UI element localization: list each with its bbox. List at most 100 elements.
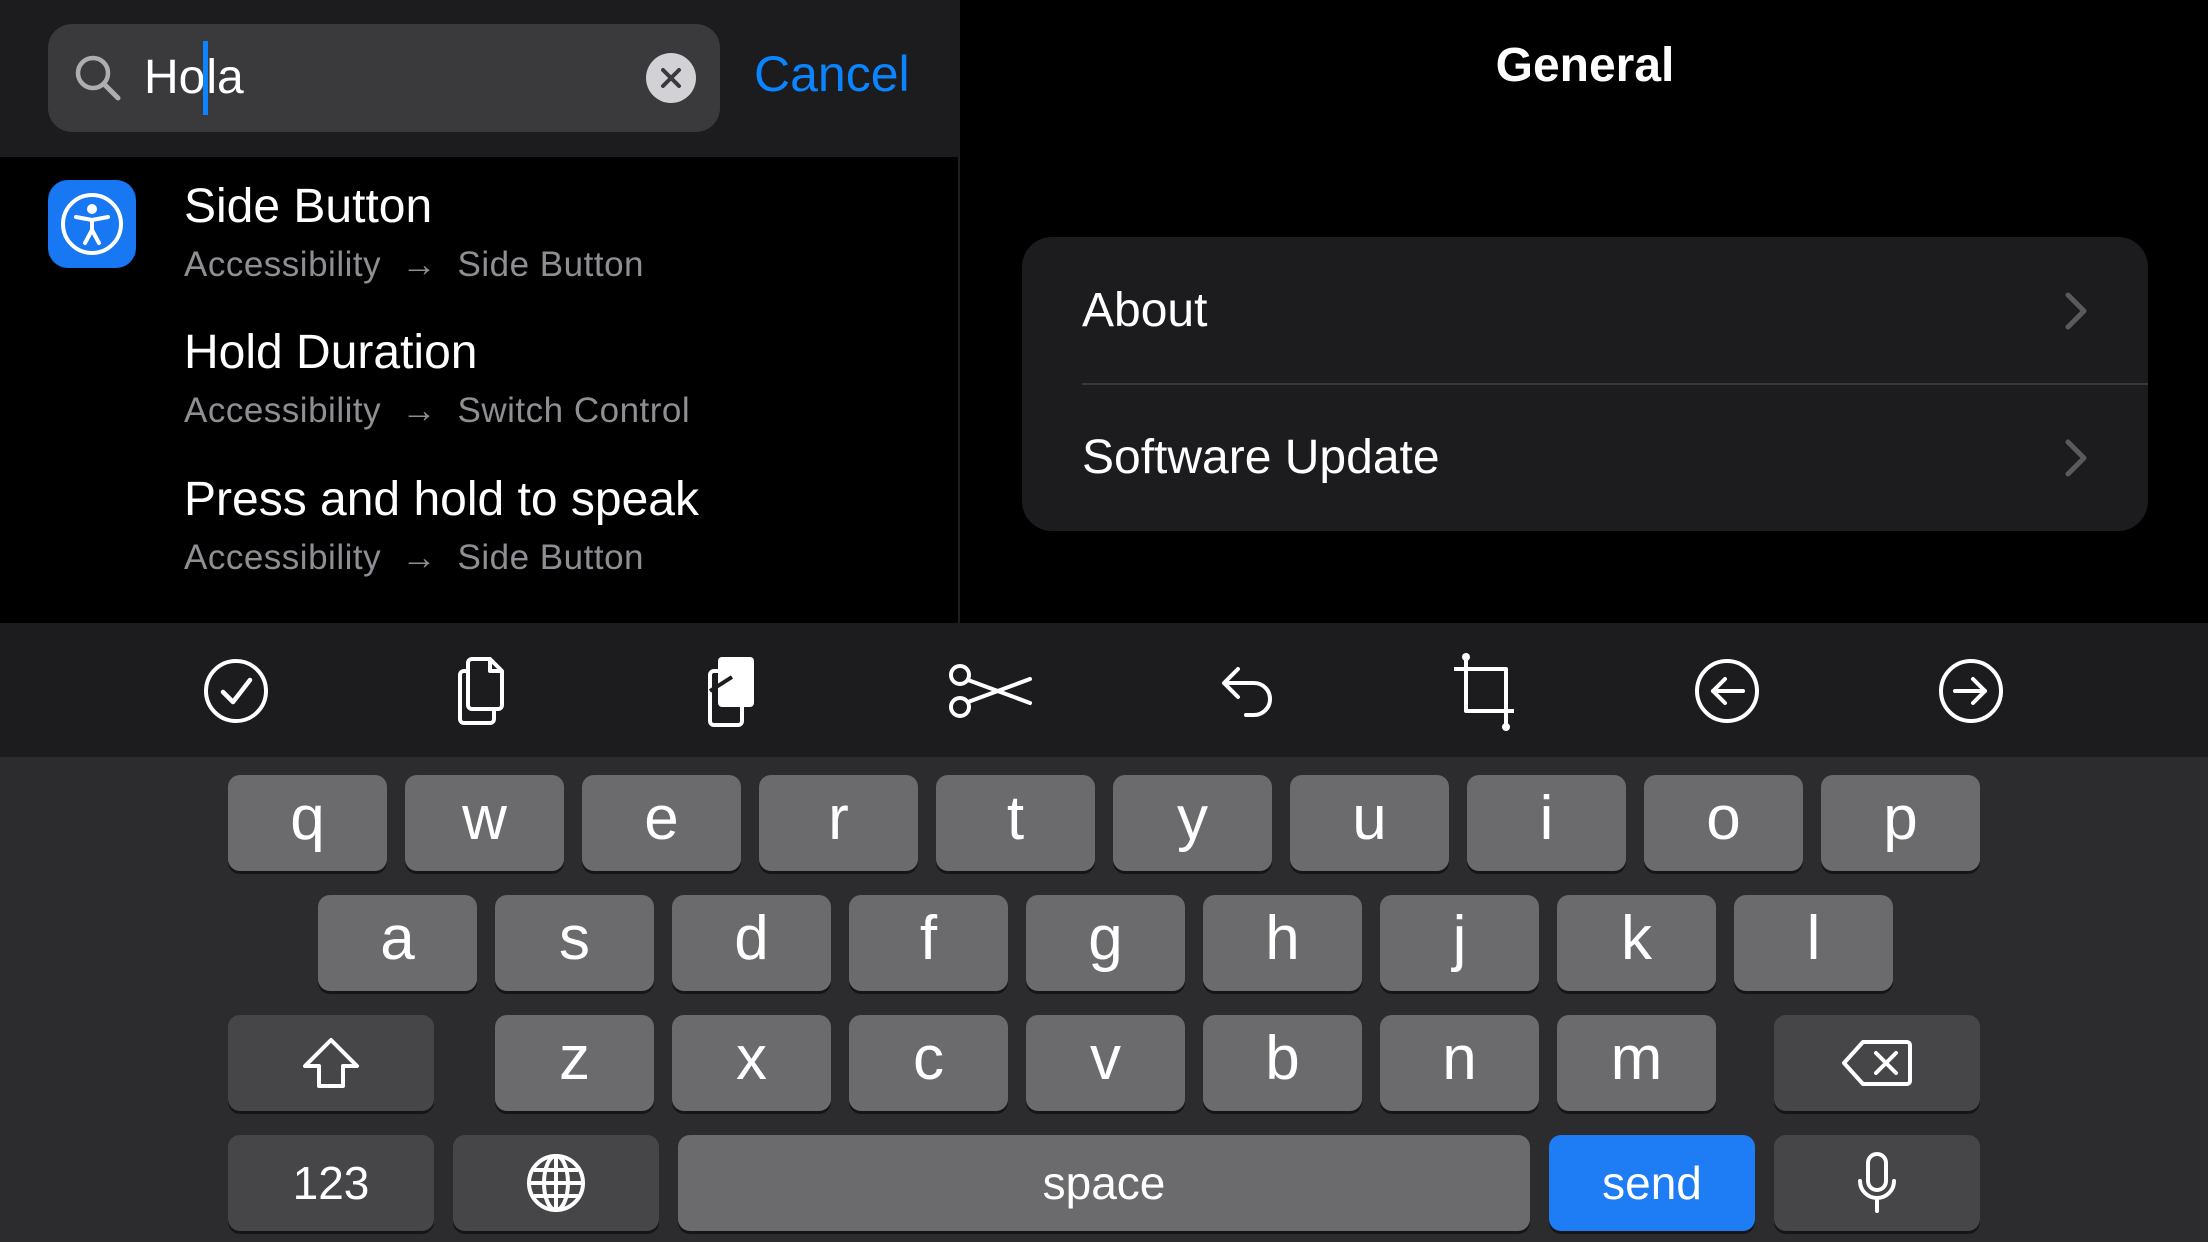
numbers-key[interactable]: 123: [228, 1135, 434, 1231]
key-j[interactable]: j: [1380, 895, 1539, 991]
key-label: r: [828, 783, 849, 853]
key-label: n: [1442, 1023, 1477, 1093]
result-path-root: Accessibility: [184, 538, 382, 577]
chevron-right-icon: [2065, 439, 2087, 477]
key-label: send: [1602, 1157, 1702, 1209]
move-cursor-left-button[interactable]: [1683, 647, 1771, 735]
key-label: h: [1265, 903, 1300, 973]
settings-row-about[interactable]: About: [1022, 237, 2148, 385]
key-w[interactable]: w: [405, 775, 564, 871]
search-input[interactable]: Ho la: [48, 24, 720, 132]
key-b[interactable]: b: [1203, 1015, 1362, 1111]
clear-icon: [661, 68, 681, 88]
paste-icon: [708, 657, 754, 727]
key-label: p: [1883, 783, 1918, 853]
key-g[interactable]: g: [1026, 895, 1185, 991]
key-label: e: [644, 783, 679, 853]
page-title: General: [1495, 39, 1675, 92]
settings-group: About Software Update: [1022, 237, 2148, 531]
key-label: c: [913, 1023, 944, 1093]
accessibility-app-icon: [48, 180, 136, 268]
key-z[interactable]: z: [495, 1015, 654, 1111]
key-label: q: [290, 783, 325, 853]
search-query: Ho la: [144, 41, 244, 115]
key-label: t: [1006, 783, 1025, 853]
copy-button[interactable]: [438, 647, 526, 735]
cut-icon: [949, 664, 1032, 718]
key-c[interactable]: c: [849, 1015, 1008, 1111]
search-header: Ho la Cancel: [0, 0, 960, 157]
arrow-right-icon: →: [391, 391, 448, 430]
crop-button[interactable]: [1442, 647, 1530, 735]
globe-key[interactable]: [453, 1135, 659, 1231]
key-label: z: [559, 1023, 590, 1093]
key-q[interactable]: q: [228, 775, 387, 871]
copy-icon: [458, 657, 504, 725]
key-label: g: [1088, 903, 1123, 973]
key-r[interactable]: r: [759, 775, 918, 871]
dictation-key[interactable]: [1774, 1135, 1980, 1231]
key-label: space: [1042, 1157, 1166, 1209]
key-n[interactable]: n: [1380, 1015, 1539, 1111]
result-path: Accessibility → Switch Control: [184, 389, 690, 433]
search-result[interactable]: Side Button Accessibility → Side Button: [0, 160, 960, 306]
key-a[interactable]: a: [318, 895, 477, 991]
key-m[interactable]: m: [1557, 1015, 1716, 1111]
key-o[interactable]: o: [1644, 775, 1803, 871]
result-path-root: Accessibility: [184, 245, 382, 284]
key-e[interactable]: e: [582, 775, 741, 871]
key-label: v: [1090, 1023, 1121, 1093]
detail-pane: General About Software Update: [962, 0, 2208, 623]
keyboard: q w e r t y u i o p a s d f g h j k l z …: [0, 623, 2208, 1242]
key-h[interactable]: h: [1203, 895, 1362, 991]
key-label: s: [559, 903, 590, 973]
clear-search-button[interactable]: [646, 53, 696, 103]
key-label: f: [919, 903, 938, 973]
key-i[interactable]: i: [1467, 775, 1626, 871]
key-k[interactable]: k: [1557, 895, 1716, 991]
key-t[interactable]: t: [936, 775, 1095, 871]
chevron-right-icon: [2065, 292, 2087, 330]
select-all-button[interactable]: [192, 647, 280, 735]
undo-button[interactable]: [1200, 647, 1288, 735]
row-label: About: [1082, 284, 1208, 337]
arrow-right-icon: →: [391, 245, 448, 284]
key-p[interactable]: p: [1821, 775, 1980, 871]
key-f[interactable]: f: [849, 895, 1008, 991]
key-v[interactable]: v: [1026, 1015, 1185, 1111]
result-title: Hold Duration: [184, 326, 478, 379]
key-x[interactable]: x: [672, 1015, 831, 1111]
arrow-right-icon: →: [391, 538, 448, 577]
space-key[interactable]: space: [678, 1135, 1530, 1231]
search-icon: [75, 55, 121, 101]
search-pane: Hola Cancel Side Button Accessibility →: [0, 0, 960, 623]
result-path-root: Accessibility: [184, 391, 382, 430]
result-path: Accessibility → Side Button: [184, 536, 644, 580]
cancel-button[interactable]: Cancel: [754, 42, 910, 106]
key-label: 123: [292, 1157, 370, 1209]
crop-icon: [1454, 653, 1514, 731]
key-label: k: [1621, 903, 1652, 973]
move-right-icon: [1939, 659, 2003, 723]
move-cursor-right-button[interactable]: [1927, 647, 2015, 735]
key-l[interactable]: l: [1734, 895, 1893, 991]
key-label: o: [1706, 783, 1741, 853]
settings-row-software-update[interactable]: Software Update: [1022, 384, 2148, 531]
shift-key[interactable]: [228, 1015, 434, 1111]
key-u[interactable]: u: [1290, 775, 1449, 871]
key-label: w: [462, 783, 507, 853]
key-label: a: [380, 903, 415, 973]
cut-button[interactable]: [946, 647, 1034, 735]
key-label: i: [1539, 783, 1554, 853]
delete-key[interactable]: [1774, 1015, 1980, 1111]
key-s[interactable]: s: [495, 895, 654, 991]
keyboard-shortcut-bar: [0, 623, 2208, 757]
key-y[interactable]: y: [1113, 775, 1272, 871]
search-result[interactable]: Press and hold to speak Accessibility → …: [0, 453, 960, 599]
paste-button[interactable]: [688, 647, 776, 735]
key-label: b: [1265, 1023, 1300, 1093]
key-d[interactable]: d: [672, 895, 831, 991]
key-label: u: [1352, 783, 1387, 853]
search-result[interactable]: Hold Duration Accessibility → Switch Con…: [0, 306, 960, 452]
send-key[interactable]: send: [1549, 1135, 1755, 1231]
